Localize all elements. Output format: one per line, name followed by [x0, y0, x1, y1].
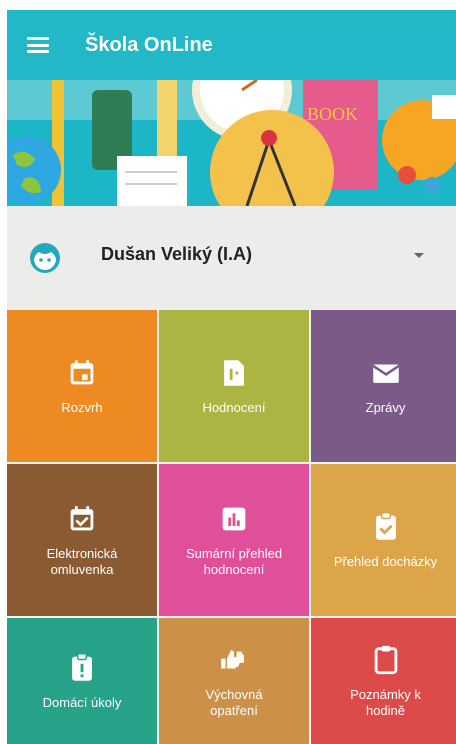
header-banner-image: BOOK — [7, 80, 456, 206]
tile-label: Elektronická omluvenka — [46, 546, 118, 577]
tile-hodnoceni[interactable]: Hodnocení — [159, 310, 309, 462]
calendar-check-icon — [70, 506, 94, 531]
menu-icon[interactable] — [27, 37, 49, 53]
menu-grid: Rozvrh Hodnocení Zprávy Elektronická oml… — [7, 310, 456, 744]
calendar-icon — [70, 360, 94, 385]
tile-label: Poznámky k hodině — [350, 687, 421, 718]
dropdown-arrow-icon[interactable] — [414, 252, 424, 258]
tile-domaci-ukoly[interactable]: Domácí úkoly — [7, 618, 157, 744]
clipboard-alert-icon — [72, 653, 92, 681]
tile-label: Hodnocení — [202, 400, 266, 415]
tile-rozvrh[interactable]: Rozvrh — [7, 310, 157, 462]
tile-zpravy[interactable]: Zprávy — [311, 310, 456, 462]
tile-label: Výchovná opatření — [205, 687, 263, 718]
tile-prehled-dochazky[interactable]: Přehled docházky — [311, 464, 456, 616]
app-title: Škola OnLine — [85, 33, 213, 56]
mail-icon — [372, 364, 399, 383]
bar-chart-icon — [222, 507, 246, 531]
clipboard-check-icon — [375, 512, 396, 540]
tile-vychovna-opatreni[interactable]: Výchovná opatření — [159, 618, 309, 744]
clipboard-icon — [374, 645, 397, 675]
user-selector[interactable]: Dušan Veliký (I.A) — [7, 206, 456, 310]
tile-label: Domácí úkoly — [42, 695, 122, 710]
tile-label: Rozvrh — [61, 400, 103, 415]
tile-label: Zprávy — [365, 400, 406, 415]
child-avatar-icon — [30, 243, 60, 273]
tile-poznamky-k-hodine[interactable]: Poznámky k hodině — [311, 618, 456, 744]
tile-label: Přehled docházky — [333, 554, 438, 569]
tile-sumarni-prehled[interactable]: Sumární přehled hodnocení — [159, 464, 309, 616]
tile-label: Sumární přehled hodnocení — [185, 546, 283, 577]
thumbs-icon — [221, 650, 244, 669]
app-bar: Škola OnLine — [7, 10, 456, 80]
tile-elektronicka-omluvenka[interactable]: Elektronická omluvenka — [7, 464, 157, 616]
user-name: Dušan Veliký (I.A) — [101, 243, 253, 264]
grade-icon — [224, 360, 244, 386]
svg-text:BOOK: BOOK — [307, 104, 358, 124]
